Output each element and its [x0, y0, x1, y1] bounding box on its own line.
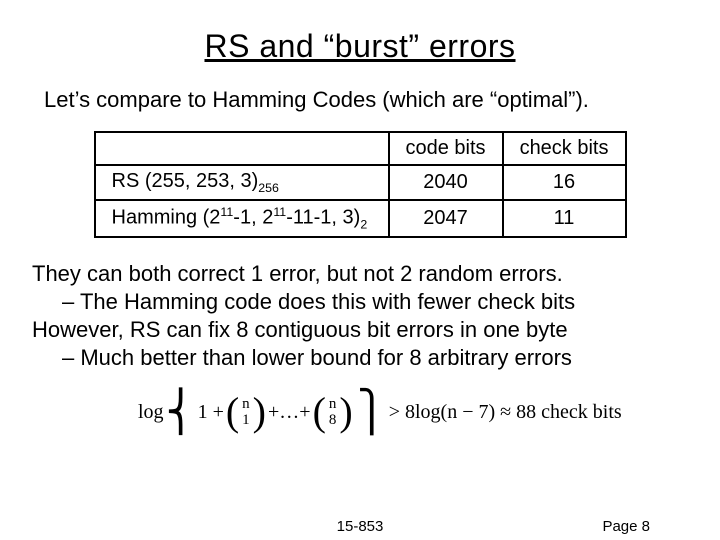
- rs-label-text: RS (255, 253, 3): [112, 170, 259, 192]
- table-header-codebits: code bits: [389, 132, 503, 165]
- hamming-sup1: 11: [220, 205, 233, 219]
- body-text: They can both correct 1 error, but not 2…: [32, 260, 690, 373]
- hamming-codebits: 2047: [389, 200, 503, 237]
- formula-close-bracket: ⎫: [357, 392, 387, 432]
- table-row: Hamming (211-1, 211-11-1, 3)2 2047 11: [95, 200, 626, 237]
- binom2-top: n: [329, 396, 337, 412]
- row-label-rs: RS (255, 253, 3)256: [95, 165, 389, 200]
- binom2-bot: 8: [329, 412, 337, 428]
- formula-dots: …: [279, 401, 299, 424]
- table-blank-header: [95, 132, 389, 165]
- formula-tail: > 8log(n − 7) ≈ 88 check bits: [389, 401, 622, 424]
- body-subline: The Hamming code does this with fewer ch…: [78, 288, 690, 316]
- body-line: They can both correct 1 error, but not 2…: [32, 260, 690, 288]
- hamming-label-b: -1, 2: [233, 207, 273, 229]
- formula-plus1: +: [268, 401, 279, 424]
- binom-2: ( n8 ): [313, 392, 353, 432]
- comparison-table: code bits check bits RS (255, 253, 3)256…: [94, 131, 627, 238]
- footer-page: Page 8: [602, 518, 650, 535]
- hamming-sub: 2: [360, 218, 367, 232]
- rs-label-sub: 256: [258, 181, 279, 195]
- binom-1: ( n1 ): [226, 392, 266, 432]
- binom1-top: n: [242, 396, 250, 412]
- rs-checkbits: 16: [503, 165, 626, 200]
- footer-course: 15-853: [337, 518, 384, 535]
- formula-plus2: +: [299, 401, 310, 424]
- binom1-bot: 1: [242, 412, 250, 428]
- table-header-checkbits: check bits: [503, 132, 626, 165]
- hamming-checkbits: 11: [503, 200, 626, 237]
- body-line: However, RS can fix 8 contiguous bit err…: [32, 316, 690, 344]
- hamming-label-c: -11-1, 3): [286, 207, 360, 229]
- formula-open-bracket: ⎨: [166, 392, 196, 432]
- row-label-hamming: Hamming (211-1, 211-11-1, 3)2: [95, 200, 389, 237]
- body-subline: Much better than lower bound for 8 arbit…: [78, 344, 690, 372]
- slide-title: RS and “burst” errors: [30, 28, 690, 65]
- rs-codebits: 2040: [389, 165, 503, 200]
- hamming-label-a: Hamming (2: [112, 207, 221, 229]
- formula-log: log: [138, 401, 164, 424]
- hamming-sup2: 11: [273, 205, 286, 219]
- formula: log ⎨ 1 + ( n1 ) + … + ( n8 ) ⎫ > 8log(n…: [138, 392, 690, 432]
- table-row: RS (255, 253, 3)256 2040 16: [95, 165, 626, 200]
- formula-oneplus: 1 +: [198, 401, 224, 424]
- intro-text: Let’s compare to Hamming Codes (which ar…: [44, 87, 690, 113]
